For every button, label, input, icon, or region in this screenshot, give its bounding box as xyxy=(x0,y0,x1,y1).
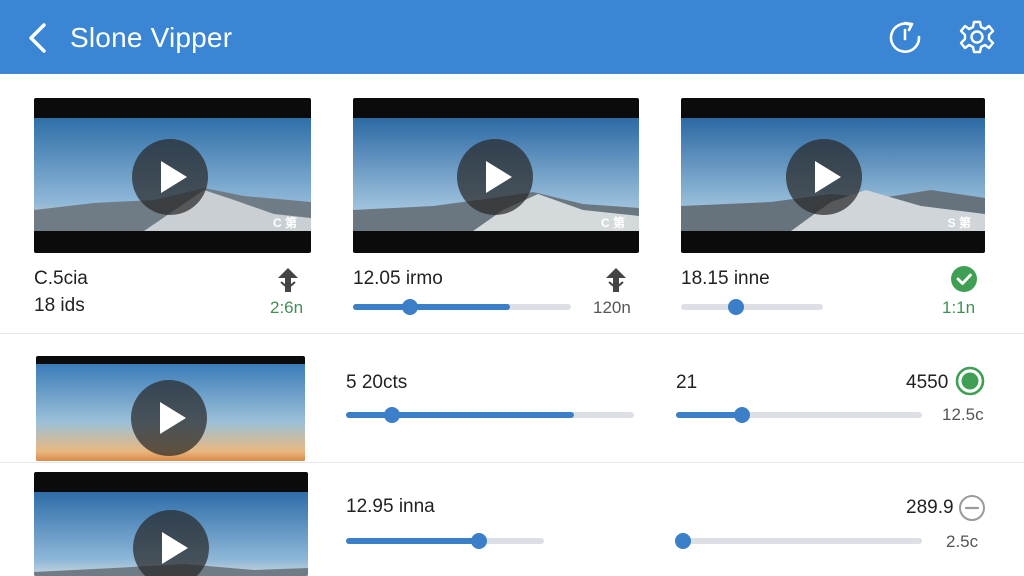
progress-slider[interactable] xyxy=(353,299,571,315)
download-icon[interactable] xyxy=(275,266,301,294)
item-size: 2.5c xyxy=(946,532,979,551)
item-count: 21 xyxy=(676,372,698,393)
quality-badge: S 第 xyxy=(947,216,971,230)
divider xyxy=(0,333,1024,334)
item-meta: 120n xyxy=(593,298,631,317)
back-button[interactable] xyxy=(22,20,54,56)
slider-knob[interactable] xyxy=(675,533,692,549)
play-button[interactable] xyxy=(133,510,209,576)
slider-knob[interactable] xyxy=(470,533,487,549)
settings-button[interactable] xyxy=(958,18,996,56)
item-value: 289.9 xyxy=(906,497,954,518)
progress-fill xyxy=(676,412,743,418)
quality-badge: C 第 xyxy=(272,216,297,230)
item-meta: 1:1n xyxy=(942,298,976,317)
item-title: 5 20cts xyxy=(346,372,408,393)
refresh-icon xyxy=(889,21,921,53)
progress-fill xyxy=(353,304,510,310)
divider xyxy=(0,462,1024,463)
quality-badge: C 第 xyxy=(600,216,625,230)
video-thumbnail[interactable]: C 第 xyxy=(34,98,311,253)
slider-knob[interactable] xyxy=(384,407,401,423)
progress-fill xyxy=(346,538,479,544)
refresh-button[interactable] xyxy=(886,18,924,56)
play-button[interactable] xyxy=(131,380,207,456)
video-thumbnail[interactable]: C 第 xyxy=(353,98,639,253)
progress-fill xyxy=(346,412,574,418)
gear-icon xyxy=(959,20,995,54)
item-value: 4550 xyxy=(906,372,949,393)
chevron-left-icon xyxy=(29,23,46,53)
item-title: 12.95 inna xyxy=(346,496,435,517)
progress-slider[interactable] xyxy=(675,533,922,549)
item-meta: 2:6n xyxy=(270,298,304,317)
slider-knob[interactable] xyxy=(401,299,418,315)
item-subtitle: 18 ids xyxy=(34,295,85,316)
video-thumbnail[interactable]: S 第 xyxy=(681,98,985,253)
item-title: C.5cia xyxy=(34,268,88,289)
video-thumbnail[interactable] xyxy=(34,472,308,576)
play-button[interactable] xyxy=(786,139,862,215)
slider-knob[interactable] xyxy=(734,407,751,423)
download-icon[interactable] xyxy=(603,266,629,294)
minus-circle-icon[interactable] xyxy=(958,494,986,522)
play-button[interactable] xyxy=(457,139,533,215)
item-title: 18.15 inne xyxy=(681,268,770,289)
slider-knob[interactable] xyxy=(728,299,745,315)
video-thumbnail[interactable] xyxy=(36,356,305,461)
item-title: 12.05 irmo xyxy=(353,268,443,289)
app-bar: Slone Vipper xyxy=(0,0,1024,74)
progress-slider[interactable] xyxy=(346,533,544,549)
page-title: Slone Vipper xyxy=(70,22,233,53)
progress-slider[interactable] xyxy=(346,407,634,423)
radio-selected-icon[interactable] xyxy=(955,366,985,396)
progress-slider[interactable] xyxy=(681,299,823,315)
progress-slider[interactable] xyxy=(676,407,922,423)
item-size: 12.5c xyxy=(942,405,984,424)
check-circle-icon xyxy=(951,266,977,292)
play-button[interactable] xyxy=(132,139,208,215)
